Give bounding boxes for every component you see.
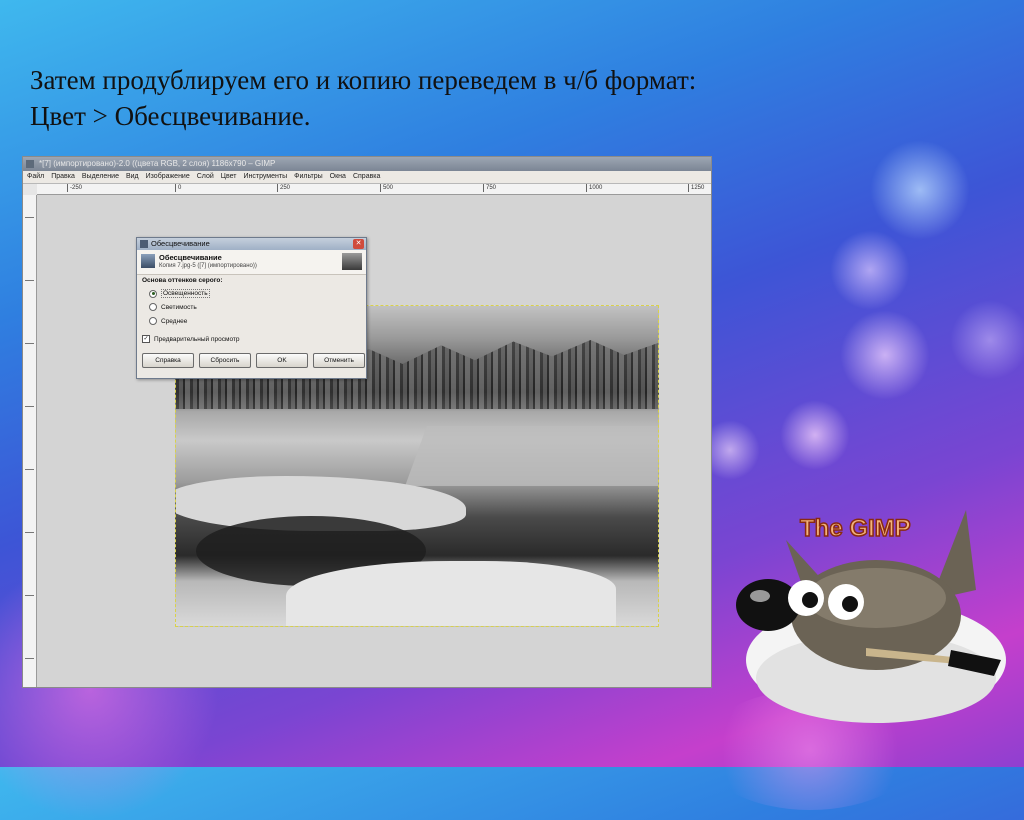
grayscale-basis-label: Основа оттенков серого:	[142, 277, 223, 284]
menu-file[interactable]: Файл	[27, 171, 44, 183]
layer-thumbnail	[342, 253, 362, 270]
close-icon[interactable]: ✕	[353, 239, 364, 249]
bokeh-circle	[780, 400, 850, 470]
radio-lightness[interactable]: Освещенность	[149, 289, 210, 298]
horizontal-ruler[interactable]: -250 0 250 500 750 1000 1250	[37, 184, 711, 195]
ruler-label: 250	[277, 184, 290, 192]
slide-title: Затем продублируем его и копию переведем…	[30, 62, 930, 134]
checkbox-checked-icon[interactable]: ✓	[142, 335, 150, 343]
photo-frozen-river	[405, 426, 658, 486]
ruler-label: 1250	[688, 184, 704, 192]
dialog-button-row: Справка Сбросить OK Отменить	[142, 353, 365, 368]
gimp-app-icon	[26, 160, 34, 168]
slide-title-line-1: Затем продублируем его и копию переведем…	[30, 65, 697, 95]
menu-colors[interactable]: Цвет	[221, 171, 237, 183]
ruler-label: 1000	[586, 184, 602, 192]
gimp-menubar: Файл Правка Выделение Вид Изображение Сл…	[23, 171, 711, 184]
menu-select[interactable]: Выделение	[82, 171, 119, 183]
radio-icon[interactable]	[149, 303, 157, 311]
menu-view[interactable]: Вид	[126, 171, 139, 183]
radio-label: Среднее	[161, 317, 188, 325]
gimp-window-screenshot: *[7] (импортировано)-2.0 ((цвета RGB, 2 …	[22, 156, 712, 688]
wilber-head-highlight	[806, 568, 946, 628]
bokeh-circle	[950, 300, 1024, 380]
menu-tools[interactable]: Инструменты	[243, 171, 287, 183]
gimp-titlebar: *[7] (импортировано)-2.0 ((цвета RGB, 2 …	[23, 157, 711, 171]
preview-checkbox-row[interactable]: ✓ Предварительный просмотр	[142, 335, 240, 343]
dialog-app-icon	[140, 240, 148, 248]
menu-layer[interactable]: Слой	[197, 171, 214, 183]
radio-icon[interactable]	[149, 317, 157, 325]
radio-average[interactable]: Среднее	[149, 317, 187, 325]
gimp-window-title: *[7] (импортировано)-2.0 ((цвета RGB, 2 …	[39, 159, 276, 168]
bokeh-circle	[870, 140, 970, 240]
dialog-titlebar[interactable]: Обесцвечивание ✕	[137, 238, 366, 250]
gimp-logo: The GIMP	[736, 510, 1006, 723]
menu-filters[interactable]: Фильтры	[294, 171, 323, 183]
radio-selected-icon[interactable]	[149, 289, 157, 298]
ruler-label: 0	[175, 184, 181, 192]
desaturate-icon	[141, 254, 155, 268]
bokeh-circle	[830, 230, 910, 310]
logo-text: The GIMP	[800, 515, 911, 542]
radio-label: Освещенность	[161, 289, 210, 298]
ruler-label: 500	[380, 184, 393, 192]
bokeh-circle	[840, 310, 930, 400]
slide-title-line-2: Цвет > Обесцвечивание.	[30, 101, 311, 131]
desaturate-dialog: Обесцвечивание ✕ Обесцвечивание Копия 7.…	[136, 237, 367, 379]
preview-label: Предварительный просмотр	[154, 335, 240, 343]
help-button[interactable]: Справка	[142, 353, 194, 368]
menu-help[interactable]: Справка	[353, 171, 380, 183]
ok-button[interactable]: OK	[256, 353, 308, 368]
menu-edit[interactable]: Правка	[51, 171, 75, 183]
dialog-title: Обесцвечивание	[151, 239, 210, 248]
vertical-ruler[interactable]	[23, 195, 37, 687]
ruler-label: -250	[67, 184, 82, 192]
dialog-header: Обесцвечивание Копия 7.jpg-5 ([7] (импор…	[137, 250, 366, 275]
photo-ice-foreground	[286, 561, 616, 626]
radio-luminosity[interactable]: Светимость	[149, 303, 197, 311]
menu-windows[interactable]: Окна	[330, 171, 346, 183]
menu-image[interactable]: Изображение	[146, 171, 190, 183]
cancel-button[interactable]: Отменить	[313, 353, 365, 368]
radio-label: Светимость	[161, 303, 197, 311]
reset-button[interactable]: Сбросить	[199, 353, 251, 368]
dialog-header-title: Обесцвечивание	[159, 253, 222, 262]
ruler-label: 750	[483, 184, 496, 192]
dialog-header-subtitle: Копия 7.jpg-5 ([7] (импортировано))	[159, 263, 257, 269]
